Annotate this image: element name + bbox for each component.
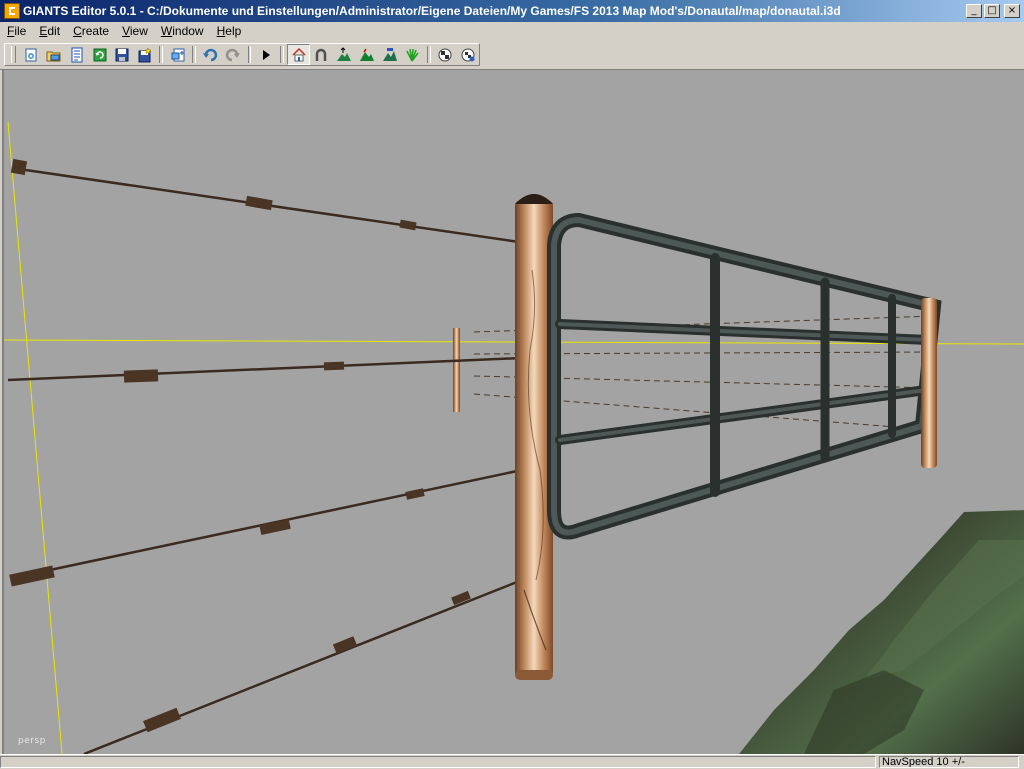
title-bar[interactable]: GIANTS Editor 5.0.1 - C:/Dokumente und E… bbox=[0, 0, 1024, 22]
terrain-up-button[interactable] bbox=[333, 44, 356, 65]
undo-icon bbox=[203, 48, 218, 61]
menu-create[interactable]: Create bbox=[66, 23, 115, 40]
y-axis-line bbox=[7, 121, 63, 754]
magnet-button[interactable] bbox=[310, 44, 333, 65]
toolbar-band bbox=[4, 43, 480, 66]
window-title: GIANTS Editor 5.0.1 - C:/Dokumente und E… bbox=[23, 4, 841, 18]
menu-view[interactable]: View bbox=[115, 23, 154, 40]
toolbar-separator bbox=[192, 46, 197, 63]
open-file-button[interactable] bbox=[43, 44, 66, 65]
redo-button[interactable] bbox=[222, 44, 245, 65]
terrain-paint-button[interactable] bbox=[355, 44, 378, 65]
wire-barbs bbox=[9, 158, 471, 733]
far-fence-post bbox=[453, 328, 460, 412]
save-as-button[interactable] bbox=[134, 44, 157, 65]
barbed-wires bbox=[7, 166, 523, 754]
toolbar-separator bbox=[247, 46, 252, 63]
close-button[interactable]: × bbox=[1004, 4, 1020, 18]
minimize-button[interactable]: _ bbox=[966, 4, 982, 18]
toolbar-separator bbox=[280, 46, 285, 63]
refresh-button[interactable] bbox=[88, 44, 111, 65]
save-as-icon bbox=[138, 46, 152, 62]
toolbar-separator bbox=[159, 46, 164, 63]
status-message-pane bbox=[0, 756, 876, 768]
foliage-button[interactable] bbox=[401, 44, 424, 65]
right-fence-post bbox=[921, 298, 937, 468]
home-icon bbox=[292, 47, 306, 61]
toolbar-grip[interactable] bbox=[11, 46, 16, 63]
menu-edit[interactable]: Edit bbox=[32, 23, 66, 40]
terrain-paint-icon bbox=[359, 48, 374, 61]
redo-icon bbox=[226, 48, 241, 61]
refresh-icon bbox=[93, 48, 107, 61]
menu-window[interactable]: Window bbox=[154, 23, 210, 40]
play-icon bbox=[262, 49, 270, 60]
play-button[interactable] bbox=[254, 44, 277, 65]
terrain-smooth-icon bbox=[382, 47, 397, 61]
metal-gate bbox=[547, 212, 942, 540]
open-file-icon bbox=[46, 51, 61, 61]
scene-render bbox=[4, 121, 1024, 754]
checker-icon bbox=[438, 48, 452, 61]
foliage-icon bbox=[406, 48, 419, 61]
maximize-button[interactable]: □ bbox=[984, 4, 1000, 18]
import-button[interactable] bbox=[166, 44, 189, 65]
maximize-icon: □ bbox=[987, 5, 997, 16]
document-list-button[interactable] bbox=[65, 44, 88, 65]
new-file-icon bbox=[25, 48, 37, 61]
status-bar: NavSpeed 10 +/- bbox=[0, 754, 1024, 769]
menu-bar: File Edit Create View Window Help bbox=[0, 22, 1024, 41]
terrain-up-icon bbox=[337, 46, 352, 61]
save-button[interactable] bbox=[111, 44, 134, 65]
checker-settings-icon bbox=[461, 48, 475, 61]
giants-editor-icon[interactable] bbox=[4, 3, 20, 19]
magnet-icon bbox=[316, 48, 327, 61]
minimize-icon: _ bbox=[971, 5, 977, 16]
3d-viewport[interactable]: persp bbox=[2, 70, 1024, 754]
save-icon bbox=[115, 48, 129, 61]
toolbar bbox=[0, 41, 1024, 70]
terrain-smooth-button[interactable] bbox=[378, 44, 401, 65]
undo-button[interactable] bbox=[199, 44, 222, 65]
close-icon: × bbox=[1007, 5, 1017, 16]
camera-label: persp bbox=[18, 736, 46, 746]
import-icon bbox=[171, 48, 185, 61]
checker-settings-button[interactable] bbox=[456, 44, 479, 65]
toolbar-separator bbox=[426, 46, 431, 63]
checker-button[interactable] bbox=[434, 44, 457, 65]
nav-speed-indicator: NavSpeed 10 +/- bbox=[879, 756, 1019, 768]
new-file-button[interactable] bbox=[20, 44, 43, 65]
menu-help[interactable]: Help bbox=[210, 23, 248, 40]
menu-file[interactable]: File bbox=[0, 23, 32, 40]
home-button[interactable] bbox=[287, 44, 310, 65]
document-list-icon bbox=[71, 47, 83, 62]
